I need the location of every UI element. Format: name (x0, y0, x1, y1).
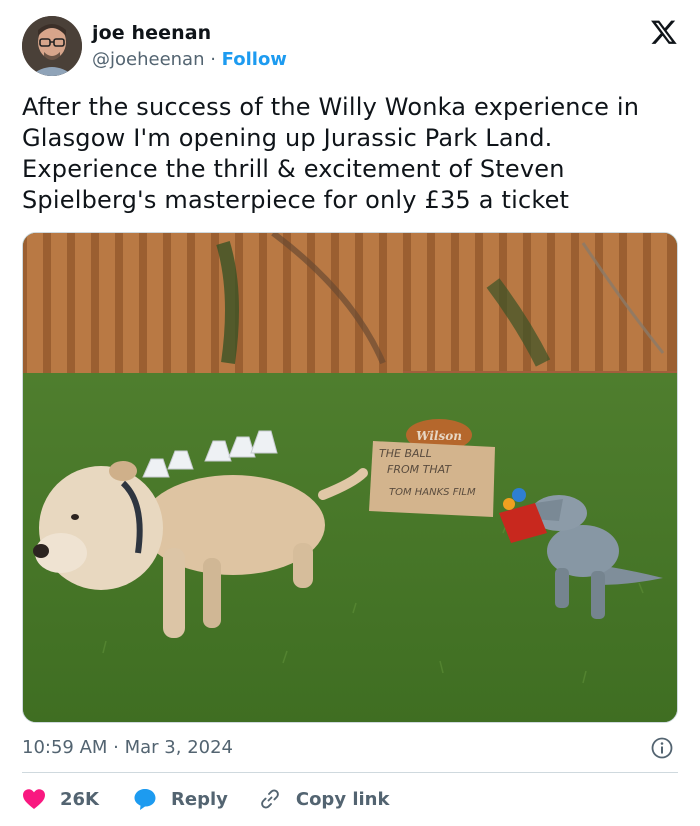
copy-link-label: Copy link (295, 788, 390, 810)
reply-label: Reply (171, 788, 228, 810)
photo-scene: Wilson THE BALL FROM THAT TOM HANKS FILM (23, 233, 677, 722)
avatar[interactable] (22, 16, 82, 76)
like-button[interactable]: 26K (22, 788, 99, 810)
tweet-date: Mar 3, 2024 (124, 737, 234, 758)
tweet-time: 10:59 AM (22, 737, 108, 758)
tweet-text: After the success of the Willy Wonka exp… (22, 92, 682, 216)
avatar-image (22, 16, 82, 76)
reply-bubble-icon (134, 789, 156, 810)
tweet-line: Spielberg's masterpiece for only £35 a t… (22, 186, 570, 214)
follow-button[interactable]: Follow (222, 49, 287, 70)
info-icon[interactable] (650, 736, 674, 760)
link-icon (261, 789, 279, 809)
like-count: 26K (60, 788, 99, 810)
author-name[interactable]: joe heenan (92, 22, 211, 44)
sign-line: FROM THAT (387, 463, 452, 476)
ball-label: Wilson (416, 429, 462, 443)
copy-link-button[interactable]: Copy link (258, 787, 390, 811)
tweet-line: Glasgow I'm opening up Jurassic Park Lan… (22, 124, 553, 152)
tweet-line: Experience the thrill & excitement of St… (22, 155, 565, 183)
time-separator: · (107, 737, 125, 758)
author-handle-row: @joeheenan · Follow (92, 49, 287, 70)
tweet-line: After the success of the Willy Wonka exp… (22, 93, 640, 121)
timestamp[interactable]: 10:59 AM · Mar 3, 2024 (22, 737, 233, 758)
sign-line: THE BALL (379, 447, 432, 460)
x-logo-icon[interactable] (650, 18, 678, 46)
divider (22, 772, 678, 773)
reply-button[interactable]: Reply (133, 787, 228, 811)
cardboard-sign: THE BALL FROM THAT TOM HANKS FILM (369, 441, 495, 517)
handle-separator: · (204, 49, 222, 70)
action-bar: 26K Reply Copy link (22, 783, 419, 815)
sign-line: TOM HANKS FILM (389, 487, 476, 498)
author-handle[interactable]: @joeheenan (92, 49, 205, 70)
heart-icon (23, 789, 45, 809)
tweet-photo[interactable]: Wilson THE BALL FROM THAT TOM HANKS FILM (22, 232, 678, 723)
